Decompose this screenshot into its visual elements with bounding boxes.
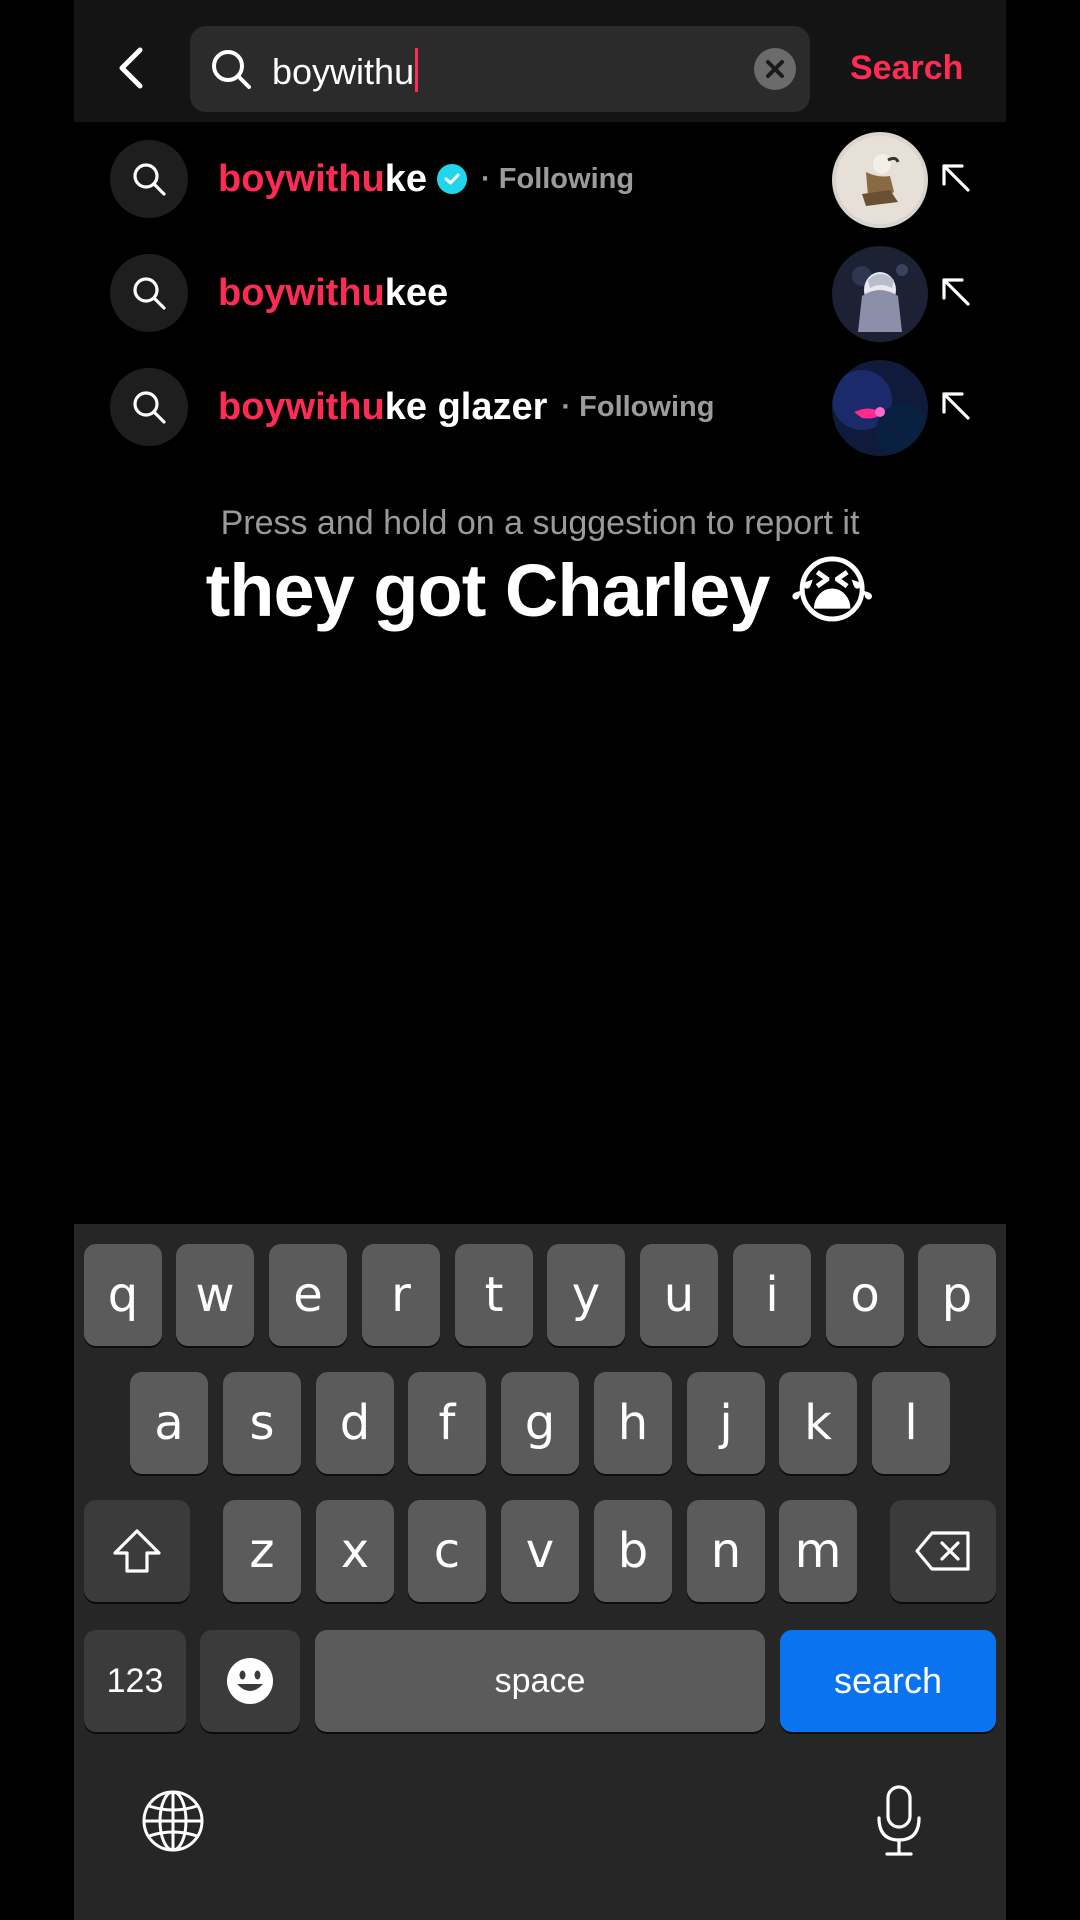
key-i[interactable]: i xyxy=(733,1244,811,1346)
emoji-icon xyxy=(227,1658,273,1704)
on-screen-keyboard: q w e r t y u i o p a s d f g h j k l z … xyxy=(74,1224,1006,1920)
suggestion-search-icon xyxy=(110,140,188,218)
suggestion-search-icon xyxy=(110,368,188,446)
search-input[interactable]: boywithu xyxy=(190,26,810,112)
microphone-icon xyxy=(877,1785,921,1856)
key-o[interactable]: o xyxy=(826,1244,904,1346)
numbers-key[interactable]: 123 xyxy=(84,1630,186,1732)
search-submit-button[interactable]: Search xyxy=(850,44,963,92)
key-x[interactable]: x xyxy=(316,1500,394,1602)
keyboard-search-key[interactable]: search xyxy=(780,1630,996,1732)
key-c[interactable]: c xyxy=(408,1500,486,1602)
key-g[interactable]: g xyxy=(501,1372,579,1474)
avatar xyxy=(832,246,928,342)
globe-key[interactable] xyxy=(140,1788,206,1854)
text-caret xyxy=(415,48,419,92)
back-button[interactable] xyxy=(104,40,160,96)
fill-query-arrow-icon[interactable] xyxy=(936,386,976,426)
suggestion-rest: ke glazer xyxy=(384,386,548,428)
delete-key[interactable] xyxy=(890,1500,996,1602)
suggestion-match: boywithu xyxy=(218,158,385,200)
search-screen: boywithu Search boywithu ke · Following b… xyxy=(74,0,1006,1920)
key-e[interactable]: e xyxy=(269,1244,347,1346)
key-t[interactable]: t xyxy=(455,1244,533,1346)
key-a[interactable]: a xyxy=(130,1372,208,1474)
key-h[interactable]: h xyxy=(594,1372,672,1474)
key-z[interactable]: z xyxy=(223,1500,301,1602)
globe-icon xyxy=(142,1790,204,1852)
key-v[interactable]: v xyxy=(501,1500,579,1602)
suggestion-text: boywithu ke glazer · Following xyxy=(218,384,714,430)
key-f[interactable]: f xyxy=(408,1372,486,1474)
key-u[interactable]: u xyxy=(640,1244,718,1346)
video-caption-overlay: they got Charley 😭 xyxy=(205,549,876,632)
suggestion-match: boywithu xyxy=(218,272,385,314)
space-key[interactable]: space xyxy=(315,1630,765,1732)
key-k[interactable]: k xyxy=(779,1372,857,1474)
suggestion-item[interactable]: boywithu ke glazer · Following xyxy=(110,358,990,456)
search-query: boywithu xyxy=(272,48,419,93)
key-d[interactable]: d xyxy=(316,1372,394,1474)
emoji-key[interactable] xyxy=(200,1630,300,1732)
following-label: · Following xyxy=(561,391,715,423)
suggestion-item[interactable]: boywithu kee xyxy=(110,244,990,342)
suggestion-search-icon xyxy=(110,254,188,332)
following-label: · Following xyxy=(481,163,635,195)
key-b[interactable]: b xyxy=(594,1500,672,1602)
suggestion-rest: ke xyxy=(384,158,428,200)
report-hint: Press and hold on a suggestion to report… xyxy=(220,504,860,542)
suggestion-rest: kee xyxy=(384,272,449,314)
dictation-key[interactable] xyxy=(874,1784,924,1858)
key-w[interactable]: w xyxy=(176,1244,254,1346)
search-icon xyxy=(133,163,166,196)
key-m[interactable]: m xyxy=(779,1500,857,1602)
key-n[interactable]: n xyxy=(687,1500,765,1602)
chevron-left-icon xyxy=(119,47,143,89)
key-j[interactable]: j xyxy=(687,1372,765,1474)
fill-query-arrow-icon[interactable] xyxy=(936,158,976,198)
key-s[interactable]: s xyxy=(223,1372,301,1474)
clear-button[interactable] xyxy=(754,48,796,90)
shift-key[interactable] xyxy=(84,1500,190,1602)
suggestion-text: boywithu ke · Following xyxy=(218,156,634,202)
avatar xyxy=(832,132,928,228)
suggestion-match: boywithu xyxy=(218,386,385,428)
key-r[interactable]: r xyxy=(362,1244,440,1346)
backspace-icon xyxy=(915,1531,970,1571)
key-l[interactable]: l xyxy=(872,1372,950,1474)
suggestion-text: boywithu kee xyxy=(218,270,448,316)
verified-badge-icon xyxy=(437,164,468,194)
suggestion-item[interactable]: boywithu ke · Following xyxy=(110,130,990,228)
key-q[interactable]: q xyxy=(84,1244,162,1346)
key-p[interactable]: p xyxy=(918,1244,996,1346)
search-header: boywithu Search xyxy=(74,0,1006,122)
close-icon xyxy=(766,60,784,78)
search-icon xyxy=(212,50,251,89)
search-icon xyxy=(133,277,166,310)
fill-query-arrow-icon[interactable] xyxy=(936,272,976,312)
key-y[interactable]: y xyxy=(547,1244,625,1346)
search-icon xyxy=(133,391,166,424)
avatar xyxy=(832,360,928,456)
shift-arrow-icon xyxy=(113,1529,161,1573)
